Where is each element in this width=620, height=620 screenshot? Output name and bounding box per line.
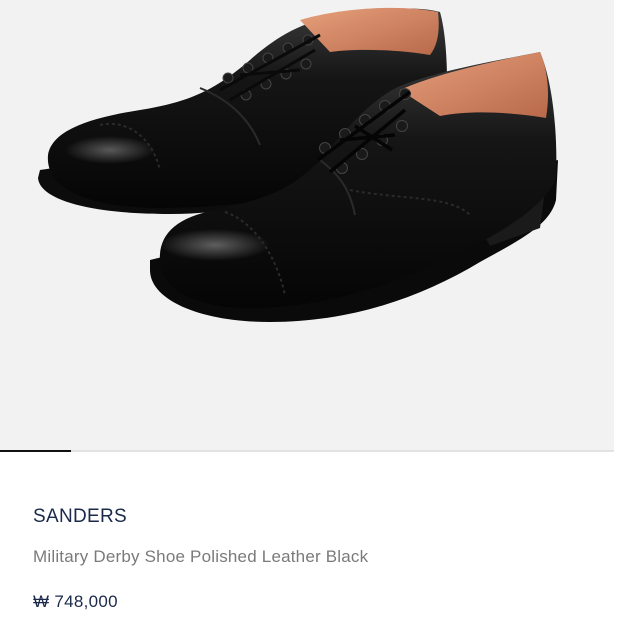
product-image[interactable] bbox=[0, 0, 614, 450]
product-price: ₩ 748,000 bbox=[33, 592, 118, 611]
carousel-progress-indicator bbox=[0, 450, 71, 452]
product-title: Military Derby Shoe Polished Leather Bla… bbox=[33, 547, 369, 566]
shoes-photo bbox=[38, 7, 558, 322]
carousel-progress-track bbox=[0, 450, 614, 452]
brand-name[interactable]: SANDERS bbox=[33, 506, 127, 528]
